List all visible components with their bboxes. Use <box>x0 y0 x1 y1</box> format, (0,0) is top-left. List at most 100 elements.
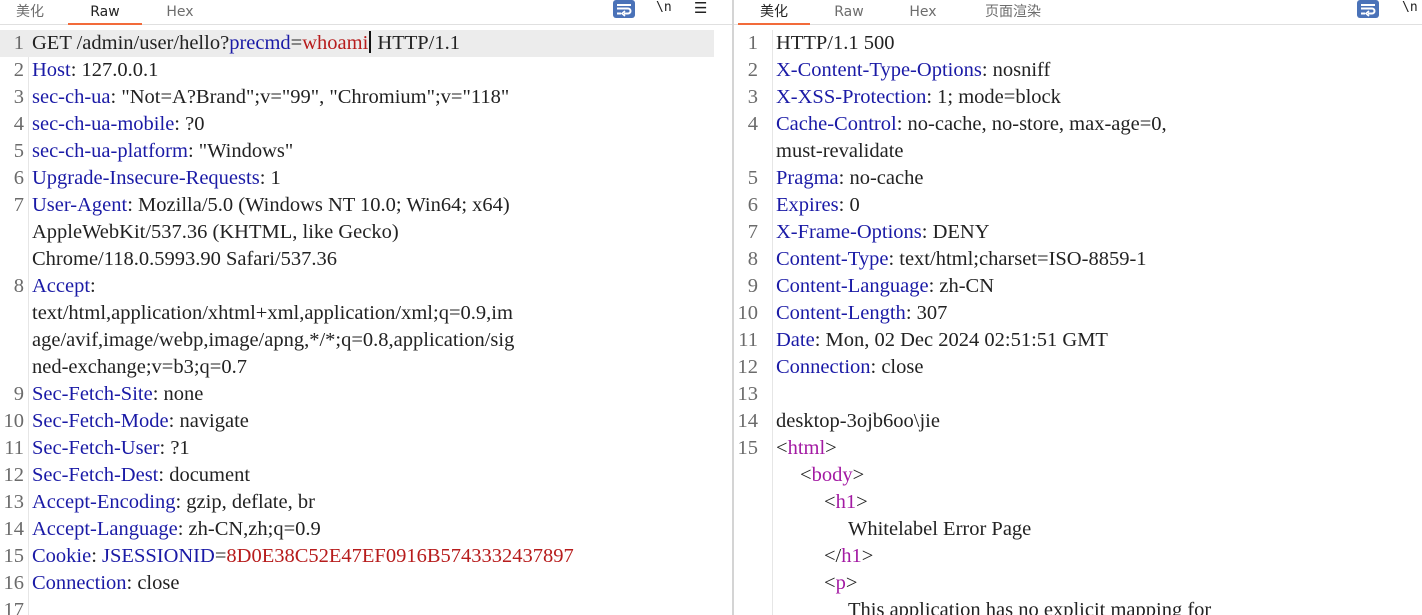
html-tag-name: p <box>835 572 846 594</box>
code-line: AppleWebKit/537.36 (KHTML, like Gecko) <box>0 219 714 246</box>
tab-request-raw[interactable]: Raw <box>68 0 142 25</box>
line-content: <h1> <box>824 489 868 516</box>
line-number: 10 <box>3 410 25 432</box>
line-content: text/html,application/xhtml+xml,applicat… <box>32 300 513 327</box>
text-token: > <box>852 464 865 486</box>
code-line: 15 <html> <box>734 435 1422 462</box>
header-name: Accept-Encoding <box>32 491 176 513</box>
code-line: <h1> <box>734 489 1422 516</box>
line-content: Connection: close <box>32 570 179 597</box>
text-token: : "Not=A?Brand";v="99", "Chromium";v="11… <box>110 86 510 108</box>
request-pane: 美化 Raw Hex \n ☰ 1 GET /admin/user/hello?p… <box>0 0 732 615</box>
text-token: : text/html;charset=ISO-8859-1 <box>888 248 1147 270</box>
line-number: 6 <box>747 194 758 216</box>
header-name: Sec-Fetch-User <box>32 437 160 459</box>
text-token: < <box>824 572 836 594</box>
header-name: sec-ch-ua-mobile <box>32 113 175 135</box>
tab-request-pretty[interactable]: 美化 <box>0 0 60 25</box>
text-token: : <box>90 275 96 297</box>
line-number: 8 <box>747 248 758 270</box>
code-line: 13 Accept-Encoding: gzip, deflate, br <box>0 489 714 516</box>
header-name: X-Frame-Options <box>776 221 922 243</box>
line-content: Host: 127.0.0.1 <box>32 57 158 84</box>
text-token: : zh-CN <box>928 275 995 297</box>
response-pane: 美化 Raw Hex 页面渲染 \n 1 HTTP/1.1 500 2 X-Conte… <box>734 0 1422 615</box>
text-token: : 307 <box>905 302 948 324</box>
line-content: ned-exchange;v=b3;q=0.7 <box>32 354 247 381</box>
text-token: : Mon, 02 Dec 2024 02:51:51 GMT <box>814 329 1108 351</box>
code-line: 6 Upgrade-Insecure-Requests: 1 <box>0 165 714 192</box>
line-number: 15 <box>737 437 759 459</box>
tab-response-render[interactable]: 页面渲染 <box>966 0 1060 25</box>
line-content: GET /admin/user/hello?precmd=whoami HTTP… <box>32 30 460 57</box>
wrap-lines-icon[interactable] <box>613 0 635 18</box>
code-line: 9 Sec-Fetch-Site: none <box>0 381 714 408</box>
line-content: This application has no explicit mapping… <box>848 597 1211 615</box>
header-name: Expires <box>776 194 839 216</box>
header-name: Connection <box>32 572 127 594</box>
header-name: sec-ch-ua <box>32 86 111 108</box>
text-token: </ <box>824 545 842 567</box>
line-number: 10 <box>737 302 759 324</box>
line-number: 15 <box>3 545 25 567</box>
line-content: User-Agent: Mozilla/5.0 (Windows NT 10.0… <box>32 192 510 219</box>
text-token: : no-cache, no-store, max-age=0, <box>896 113 1167 135</box>
tab-response-hex[interactable]: Hex <box>888 0 958 25</box>
response-editor[interactable]: 1 HTTP/1.1 500 2 X-Content-Type-Options: no… <box>734 30 1422 615</box>
line-content: Cookie: JSESSIONID=8D0E38C52E47EF0916B57… <box>32 543 574 570</box>
line-content: </h1> <box>824 543 873 570</box>
code-line: </h1> <box>734 543 1422 570</box>
text-token: : nosniff <box>981 59 1051 81</box>
header-name: Sec-Fetch-Dest <box>32 464 159 486</box>
line-content: Sec-Fetch-User: ?1 <box>32 435 190 462</box>
line-content: must-revalidate <box>776 138 904 165</box>
line-number: 5 <box>747 167 758 189</box>
text-token: : 0 <box>838 194 860 216</box>
tab-response-pretty[interactable]: 美化 <box>738 0 810 25</box>
html-tag-name: h1 <box>841 545 862 567</box>
header-name: JSESSIONID <box>102 545 215 567</box>
code-line: 3 X-XSS-Protection: 1; mode=block <box>734 84 1422 111</box>
newline-toggle-button[interactable]: \n <box>1402 0 1418 20</box>
line-content: X-Content-Type-Options: nosniff <box>776 57 1050 84</box>
code-line: text/html,application/xhtml+xml,applicat… <box>0 300 714 327</box>
line-content: <p> <box>824 570 857 597</box>
line-content: <body> <box>800 462 864 489</box>
code-line: 2 X-Content-Type-Options: nosniff <box>734 57 1422 84</box>
header-name: precmd <box>229 32 291 54</box>
line-content: sec-ch-ua-mobile: ?0 <box>32 111 204 138</box>
param-value: 8D0E38C52E47EF0916B5743332437897 <box>226 545 574 567</box>
request-editor[interactable]: 1 GET /admin/user/hello?precmd=whoami HTT… <box>0 30 732 615</box>
line-content: Date: Mon, 02 Dec 2024 02:51:51 GMT <box>776 327 1108 354</box>
code-line: 7 User-Agent: Mozilla/5.0 (Windows NT 10.… <box>0 192 714 219</box>
code-line: 10 Content-Length: 307 <box>734 300 1422 327</box>
line-number: 2 <box>13 59 24 81</box>
header-name: User-Agent <box>32 194 128 216</box>
text-token: HTTP/1.1 500 <box>776 32 895 54</box>
line-content: sec-ch-ua-platform: "Windows" <box>32 138 293 165</box>
text-token: : ?1 <box>159 437 190 459</box>
header-name: X-Content-Type-Options <box>776 59 982 81</box>
tab-response-raw[interactable]: Raw <box>814 0 884 25</box>
text-token: This application has no explicit mapping… <box>848 599 1212 615</box>
text-token: : close <box>870 356 924 378</box>
header-name: Accept-Language <box>32 518 178 540</box>
hamburger-menu-icon[interactable]: ☰ <box>694 0 707 20</box>
code-line: <p> <box>734 570 1422 597</box>
code-line: 17 <box>0 597 714 615</box>
line-number: 8 <box>13 275 24 297</box>
newline-toggle-button[interactable]: \n <box>656 0 672 20</box>
tab-request-hex[interactable]: Hex <box>144 0 216 25</box>
line-content: Whitelabel Error Page <box>848 516 1031 543</box>
html-tag-name: body <box>811 464 853 486</box>
code-line: 8 Accept: <box>0 273 714 300</box>
line-content: Accept: <box>32 273 96 300</box>
line-number: 4 <box>13 113 24 135</box>
text-token: : gzip, deflate, br <box>175 491 315 513</box>
wrap-lines-icon[interactable] <box>1357 0 1379 18</box>
header-name: Host <box>32 59 71 81</box>
line-number: 3 <box>747 86 758 108</box>
text-token: Whitelabel Error Page <box>848 518 1032 540</box>
line-number: 2 <box>747 59 758 81</box>
text-token: : 1 <box>259 167 281 189</box>
